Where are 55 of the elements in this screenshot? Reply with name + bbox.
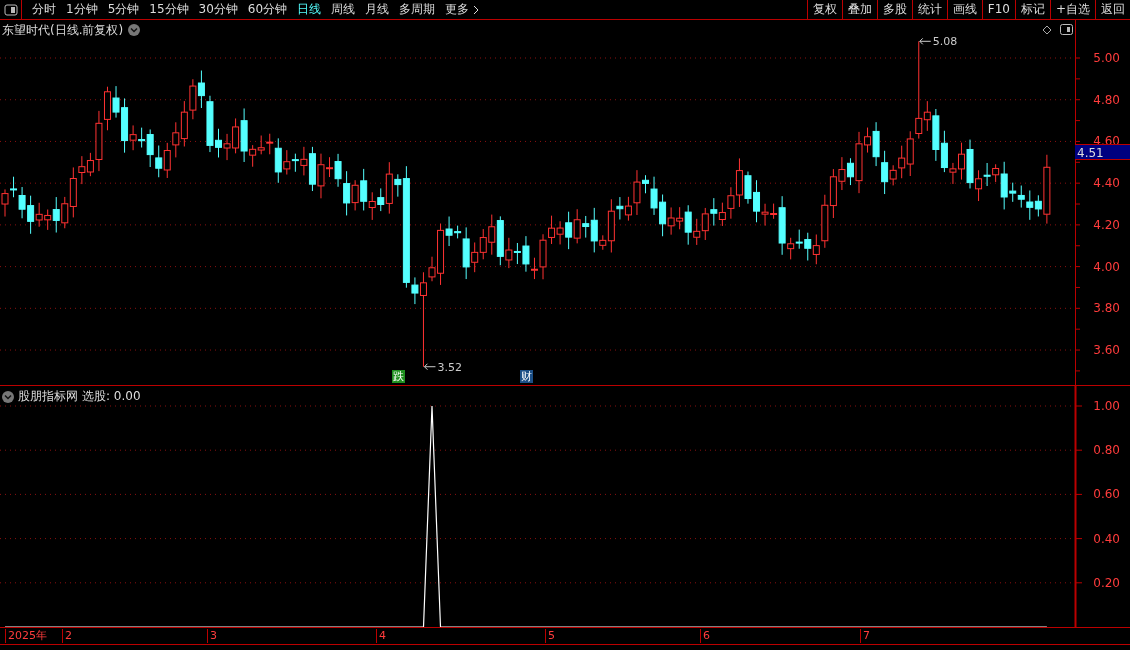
toolbar-button[interactable]: 返回 xyxy=(1095,0,1130,19)
toolbar-button[interactable]: 多股 xyxy=(876,0,912,19)
diamond-icon[interactable] xyxy=(1042,25,1052,35)
toolbar-button[interactable]: 叠加 xyxy=(841,0,877,19)
panel-icon xyxy=(3,3,18,16)
indicator-axis-label: 1.00 xyxy=(1093,399,1120,413)
event-marker[interactable]: 财 xyxy=(520,370,533,383)
period-tab[interactable]: 多周期 xyxy=(394,0,441,19)
toolbar-button[interactable]: 标记 xyxy=(1014,0,1050,19)
period-tab[interactable]: 月线 xyxy=(360,0,395,19)
indicator-reading: 选股: 0.00 xyxy=(82,388,141,405)
stock-title: 东望时代(日线.前复权) xyxy=(2,22,124,39)
more-tab[interactable]: 更多 xyxy=(440,0,486,19)
period-tab[interactable]: 1分钟 xyxy=(61,0,103,19)
date-axis-label: 4 xyxy=(376,629,386,643)
period-tab[interactable]: 15分钟 xyxy=(144,0,194,19)
period-tab[interactable]: 5分钟 xyxy=(102,0,145,19)
indicator-axis-label: 0.80 xyxy=(1093,443,1120,458)
toolbar-button[interactable]: 统计 xyxy=(911,0,947,19)
arrow-icon xyxy=(919,37,932,45)
toolbar-button[interactable]: 复权 xyxy=(806,0,842,19)
dropdown-icon[interactable] xyxy=(128,24,140,36)
price-axis-label: 3.80 xyxy=(1093,301,1120,316)
price-axis-label: 4.40 xyxy=(1093,176,1120,191)
date-axis-label: 3 xyxy=(207,629,217,643)
low-price-label: 3.52 xyxy=(437,360,462,374)
arrow-icon xyxy=(423,363,436,371)
dropdown-icon[interactable] xyxy=(2,390,14,403)
period-tab[interactable]: 60分钟 xyxy=(242,0,293,19)
chevron-right-icon xyxy=(472,4,481,15)
date-axis-label: 5 xyxy=(545,629,555,643)
toolbar-button[interactable]: +自选 xyxy=(1049,0,1095,19)
price-axis-label: 4.00 xyxy=(1093,259,1120,274)
toolbar-button[interactable]: F10 xyxy=(981,0,1015,19)
toolbar-button[interactable]: 画线 xyxy=(946,0,982,19)
panel-icon[interactable] xyxy=(1060,24,1073,35)
date-axis-label: 2025年 xyxy=(5,629,47,643)
indicator-axis-label: 0.20 xyxy=(1093,575,1120,590)
period-tab[interactable]: 日线 xyxy=(292,0,327,19)
price-axis-label: 4.80 xyxy=(1093,92,1120,107)
current-price-tag: 4.51 xyxy=(1075,144,1130,160)
indicator-axis-label: 0.60 xyxy=(1093,487,1120,502)
date-axis-label: 6 xyxy=(700,629,710,643)
price-axis-label: 5.00 xyxy=(1093,51,1120,65)
period-tab[interactable]: 周线 xyxy=(326,0,361,19)
date-axis-label: 2 xyxy=(62,629,72,643)
event-marker[interactable]: 跌 xyxy=(392,370,405,383)
period-tab[interactable]: 分时 xyxy=(27,0,61,19)
high-price-label: 5.08 xyxy=(932,35,958,49)
price-axis-label: 4.20 xyxy=(1093,217,1120,232)
date-axis-label: 7 xyxy=(860,629,870,643)
period-tab[interactable]: 30分钟 xyxy=(193,0,243,19)
indicator-axis-label: 0.40 xyxy=(1093,531,1120,546)
price-axis-label: 3.60 xyxy=(1093,343,1120,358)
indicator-name: 股朋指标网 xyxy=(18,388,78,405)
